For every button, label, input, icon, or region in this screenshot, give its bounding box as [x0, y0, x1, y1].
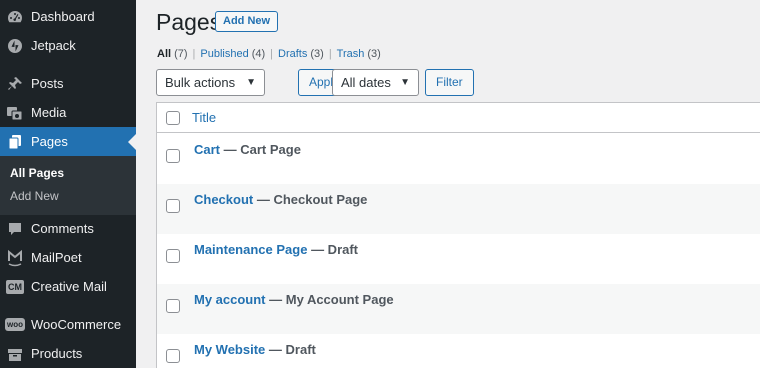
- table-row: Checkout — Checkout Page: [157, 184, 760, 234]
- menu-label: WooCommerce: [31, 317, 122, 332]
- filter-published[interactable]: Published (4): [200, 48, 265, 60]
- row-title-link[interactable]: My Website: [194, 342, 265, 357]
- media-icon: [0, 105, 30, 121]
- row-title-cell: Checkout — Checkout Page: [194, 192, 367, 207]
- pin-icon: [0, 76, 30, 92]
- menu-label: MailPoet: [31, 250, 82, 265]
- row-title-cell: My Website — Draft: [194, 342, 316, 357]
- status-filters: All (7) | Published (4) | Drafts (3) | Tras…: [157, 48, 381, 60]
- filter-all[interactable]: All (7): [157, 48, 188, 60]
- dates-value: All dates: [341, 75, 391, 90]
- filter-separator: |: [328, 48, 332, 60]
- bulk-actions-select[interactable]: Bulk actions ▼: [156, 69, 265, 96]
- row-title-cell: Maintenance Page — Draft: [194, 242, 358, 257]
- menu-item-posts[interactable]: Posts: [0, 69, 136, 98]
- menu-label: Dashboard: [31, 9, 95, 24]
- menu-label: Creative Mail: [31, 279, 107, 294]
- bulk-actions-value: Bulk actions: [165, 75, 236, 90]
- table-row: My account — My Account Page: [157, 284, 760, 334]
- products-icon: [0, 346, 30, 362]
- menu-item-creative-mail[interactable]: CM Creative Mail: [0, 272, 136, 301]
- row-title-link[interactable]: My account: [194, 292, 266, 307]
- filter-button[interactable]: Filter: [425, 69, 474, 96]
- select-all-checkbox[interactable]: [166, 111, 180, 125]
- menu-item-woocommerce[interactable]: woo WooCommerce: [0, 310, 136, 339]
- woocommerce-badge: woo: [5, 318, 25, 331]
- column-title[interactable]: Title: [192, 110, 216, 125]
- table-header: Title: [157, 103, 760, 133]
- row-state: — Draft: [311, 242, 359, 257]
- add-new-button[interactable]: Add New: [215, 11, 279, 32]
- menu-item-dashboard[interactable]: Dashboard: [0, 2, 136, 31]
- filter-separator: |: [192, 48, 196, 60]
- mailpoet-icon: [0, 249, 30, 267]
- chevron-down-icon: ▼: [246, 77, 256, 88]
- submenu-all-pages[interactable]: All Pages: [10, 166, 64, 180]
- menu-item-pages[interactable]: Pages: [0, 127, 136, 156]
- row-checkbox[interactable]: [166, 199, 180, 213]
- woocommerce-icon: woo: [0, 318, 30, 331]
- creative-mail-badge: CM: [6, 279, 24, 294]
- menu-label: Pages: [31, 134, 68, 149]
- table-row: Cart — Cart Page: [157, 134, 760, 184]
- row-title-link[interactable]: Maintenance Page: [194, 242, 307, 257]
- pages-icon: [0, 134, 30, 150]
- menu-label: Media: [31, 105, 67, 120]
- filter-trash[interactable]: Trash (3): [337, 48, 381, 60]
- row-checkbox[interactable]: [166, 249, 180, 263]
- main-content: Pages Add New All (7) | Published (4) | Dr…: [136, 0, 760, 368]
- row-state: — Checkout Page: [256, 192, 368, 207]
- menu-item-comments[interactable]: Comments: [0, 214, 136, 243]
- menu-label: Comments: [31, 221, 94, 236]
- page-title: Pages: [156, 9, 222, 35]
- menu-item-media[interactable]: Media: [0, 98, 136, 127]
- pages-submenu: All Pages Add New: [0, 156, 136, 215]
- filter-separator: |: [270, 48, 274, 60]
- menu-item-mailpoet[interactable]: MailPoet: [0, 243, 136, 272]
- admin-sidebar: Dashboard Jetpack Posts Media Pages All …: [0, 0, 136, 368]
- row-state: — Cart Page: [223, 142, 301, 157]
- row-checkbox[interactable]: [166, 149, 180, 163]
- jetpack-icon: [0, 38, 30, 54]
- comment-icon: [0, 221, 30, 237]
- menu-item-products[interactable]: Products: [0, 339, 136, 368]
- menu-item-jetpack[interactable]: Jetpack: [0, 31, 136, 60]
- table-row: Maintenance Page — Draft: [157, 234, 760, 284]
- row-checkbox[interactable]: [166, 299, 180, 313]
- menu-label: Jetpack: [31, 38, 76, 53]
- dates-select[interactable]: All dates ▼: [332, 69, 419, 96]
- submenu-add-new[interactable]: Add New: [10, 189, 59, 203]
- row-title-cell: My account — My Account Page: [194, 292, 394, 307]
- table-row: My Website — Draft: [157, 334, 760, 368]
- row-title-cell: Cart — Cart Page: [194, 142, 301, 157]
- row-checkbox[interactable]: [166, 349, 180, 363]
- menu-label: Products: [31, 346, 83, 361]
- creative-mail-icon: CM: [0, 279, 30, 294]
- chevron-down-icon: ▼: [400, 77, 410, 88]
- menu-label: Posts: [31, 76, 64, 91]
- pages-table: Title Cart — Cart Page Checkout — Checko…: [156, 102, 760, 368]
- row-state: — Draft: [268, 342, 316, 357]
- row-title-link[interactable]: Checkout: [194, 192, 253, 207]
- row-title-link[interactable]: Cart: [194, 142, 220, 157]
- dashboard-icon: [0, 9, 30, 25]
- filter-drafts[interactable]: Drafts (3): [278, 48, 324, 60]
- row-state: — My Account Page: [269, 292, 394, 307]
